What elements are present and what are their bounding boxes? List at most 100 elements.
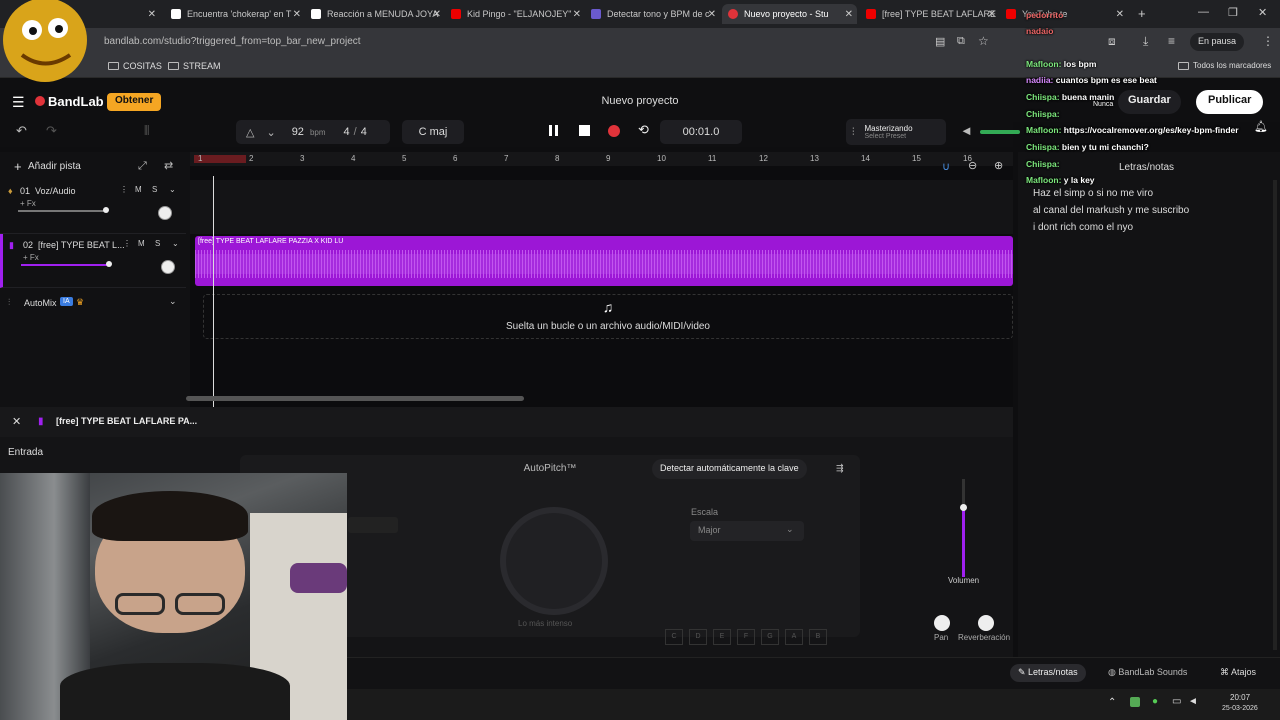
tab-bandlab-active[interactable]: Nuevo proyecto - Stu ✕ bbox=[722, 4, 857, 24]
hamburger-menu-icon[interactable]: ☰ bbox=[12, 94, 25, 111]
app-tray-icon[interactable] bbox=[1130, 697, 1140, 707]
slider-handle[interactable] bbox=[106, 261, 112, 267]
track-name[interactable]: 01 Voz/Audio bbox=[20, 186, 76, 196]
key-button[interactable]: E bbox=[713, 629, 731, 645]
ai-badge: IA bbox=[60, 297, 73, 306]
stop-button[interactable] bbox=[579, 125, 590, 136]
volume-fader-handle[interactable] bbox=[960, 504, 967, 511]
magnet-icon[interactable]: ∪ bbox=[942, 160, 950, 173]
loop-icon[interactable]: ⟲ bbox=[638, 123, 649, 137]
folder-icon bbox=[108, 62, 119, 70]
tab-kid-pingo[interactable]: Kid Pingo - "ELJANOJEY" ✕ bbox=[445, 4, 585, 24]
horizontal-scrollbar[interactable] bbox=[186, 396, 524, 401]
record-button[interactable] bbox=[608, 125, 620, 137]
close-icon[interactable]: ✕ bbox=[12, 415, 21, 428]
reverb-knob[interactable] bbox=[978, 615, 994, 631]
automation-icon[interactable]: ⤢ bbox=[138, 159, 147, 173]
bar-number: 5 bbox=[402, 154, 407, 163]
track-row[interactable]: ▮ 02 [free] TYPE BEAT L... ⋮ M S ⌄ + Fx bbox=[0, 234, 186, 288]
lyrics-toggle-button[interactable]: ✎ Letras/notas bbox=[1010, 664, 1086, 682]
master-volume-slider[interactable] bbox=[980, 130, 1020, 134]
install-icon[interactable]: ⧉ bbox=[957, 35, 965, 48]
brand-name[interactable]: BandLab bbox=[48, 94, 104, 109]
audio-clip[interactable]: [free] TYPE BEAT LAFLARE PAZZIA X KID LU bbox=[195, 236, 1013, 286]
tab-label: Encuentra 'chokerap' en T bbox=[187, 9, 292, 19]
chevron-down-icon[interactable]: ⌄ bbox=[169, 296, 177, 307]
key-button[interactable]: G bbox=[761, 629, 779, 645]
zoom-in-icon[interactable]: ⊕ bbox=[994, 159, 1003, 172]
chevron-down-icon[interactable]: ⌄ bbox=[172, 239, 179, 248]
key-button[interactable]: B bbox=[809, 629, 827, 645]
pause-button[interactable] bbox=[549, 125, 561, 137]
track-name[interactable]: 02 [free] TYPE BEAT L... bbox=[23, 240, 125, 250]
lyrics-scrollbar[interactable] bbox=[1273, 180, 1277, 650]
mic-icon[interactable]: ● bbox=[1152, 696, 1158, 707]
mute-button[interactable]: M bbox=[135, 185, 142, 194]
instrument-icon[interactable]: ⫴ bbox=[144, 124, 149, 138]
add-fx-button[interactable]: + Fx bbox=[23, 253, 39, 262]
tab-chokerap[interactable]: Encuentra 'chokerap' en T ✕ bbox=[165, 4, 305, 24]
display-icon[interactable]: ▭ bbox=[1172, 696, 1181, 707]
automix-row[interactable]: ⫶ AutoMix IA ♛ ⌄ bbox=[0, 292, 186, 314]
chevron-up-icon[interactable]: ⌃ bbox=[1108, 697, 1116, 708]
timeline-ruler[interactable]: 1 2 3 4 5 6 7 8 9 10 11 12 13 14 15 16 bbox=[190, 152, 1013, 166]
chevron-down-icon[interactable]: ⌄ bbox=[169, 185, 176, 194]
metronome-icon[interactable]: △ bbox=[246, 126, 254, 139]
tab-type-beat[interactable]: [free] TYPE BEAT LAFLARE ✕ bbox=[860, 4, 1000, 24]
track-settings-icon[interactable]: ⇄ bbox=[164, 159, 173, 173]
track-lane-empty[interactable] bbox=[190, 180, 1013, 234]
pan-knob[interactable] bbox=[934, 615, 950, 631]
track-volume-slider[interactable] bbox=[21, 261, 112, 267]
track-volume-slider[interactable] bbox=[18, 207, 109, 213]
solo-button[interactable]: S bbox=[155, 239, 160, 248]
bookmark-stream[interactable]: STREAM bbox=[168, 61, 221, 71]
preset-dropdown[interactable] bbox=[348, 517, 398, 533]
undo-icon[interactable]: ↶ bbox=[16, 124, 27, 138]
sounds-button[interactable]: ◍ BandLab Sounds bbox=[1108, 667, 1187, 678]
time-sig-num[interactable]: 4 bbox=[344, 126, 350, 138]
track-menu-icon[interactable]: ⋮ bbox=[120, 185, 128, 194]
key-button[interactable]: A bbox=[785, 629, 803, 645]
chevron-down-icon[interactable]: ⌄ bbox=[266, 126, 275, 139]
mastering-control[interactable]: ⫶ Masterizando Select Preset bbox=[846, 119, 946, 145]
volume-mute-icon[interactable]: ◄ bbox=[960, 124, 973, 138]
settings-sliders-icon[interactable]: ⇶ bbox=[836, 463, 844, 474]
track-row[interactable]: ♦ 01 Voz/Audio ⋮ M S ⌄ + Fx bbox=[0, 180, 186, 234]
key-button[interactable]: D bbox=[689, 629, 707, 645]
scale-dropdown[interactable]: Major ⌄ bbox=[690, 521, 804, 541]
key-button[interactable]: C bbox=[665, 629, 683, 645]
bell-icon[interactable]: 🔔︎ bbox=[1254, 120, 1268, 133]
key-selector[interactable]: C maj bbox=[402, 120, 464, 144]
intensity-knob[interactable] bbox=[500, 507, 608, 615]
track-menu-icon[interactable]: ⋮ bbox=[123, 239, 131, 248]
arrangement-view[interactable]: 1 2 3 4 5 6 7 8 9 10 11 12 13 14 15 16 ∪… bbox=[186, 152, 1013, 407]
reader-icon[interactable]: ▤ bbox=[935, 35, 945, 48]
time-sig-den[interactable]: 4 bbox=[361, 126, 367, 138]
tempo-control[interactable]: △ ⌄ 92 bpm 4 / 4 bbox=[236, 120, 390, 144]
playhead[interactable] bbox=[213, 176, 214, 407]
tab-reaccion[interactable]: Reacción a MENUDA JOYA ✕ bbox=[305, 4, 445, 24]
solo-button[interactable]: S bbox=[152, 185, 157, 194]
add-track-button[interactable]: Añadir pista bbox=[28, 161, 81, 172]
pan-knob[interactable] bbox=[161, 260, 175, 274]
zoom-out-icon[interactable]: ⊖ bbox=[968, 159, 977, 172]
star-icon[interactable]: ☆ bbox=[978, 34, 989, 48]
url-field[interactable]: bandlab.com/studio?triggered_from=top_ba… bbox=[104, 36, 361, 47]
volume-label: Volumen bbox=[948, 576, 980, 585]
key-button[interactable]: F bbox=[737, 629, 755, 645]
slider-handle[interactable] bbox=[103, 207, 109, 213]
bpm-value[interactable]: 92 bbox=[292, 126, 304, 138]
pan-knob[interactable] bbox=[158, 206, 172, 220]
tab-detect-bpm[interactable]: Detectar tono y BPM de c ✕ bbox=[585, 4, 720, 24]
speaker-icon[interactable]: ◄ bbox=[1188, 696, 1198, 707]
detect-key-button[interactable]: Detectar automáticamente la clave bbox=[652, 459, 807, 479]
get-button[interactable]: Obtener bbox=[107, 93, 162, 111]
shortcuts-button[interactable]: ⌘ Atajos bbox=[1220, 667, 1256, 678]
mute-button[interactable]: M bbox=[138, 239, 145, 248]
lyrics-toggle-label: Letras/notas bbox=[1028, 667, 1078, 677]
redo-icon[interactable]: ↷ bbox=[46, 124, 57, 138]
drop-zone[interactable]: ♫ Suelta un bucle o un archivo audio/MID… bbox=[203, 294, 1013, 339]
bookmark-cositas[interactable]: COSITAS bbox=[108, 61, 162, 71]
bar-number: 13 bbox=[810, 154, 819, 163]
add-fx-button[interactable]: + Fx bbox=[20, 199, 36, 208]
